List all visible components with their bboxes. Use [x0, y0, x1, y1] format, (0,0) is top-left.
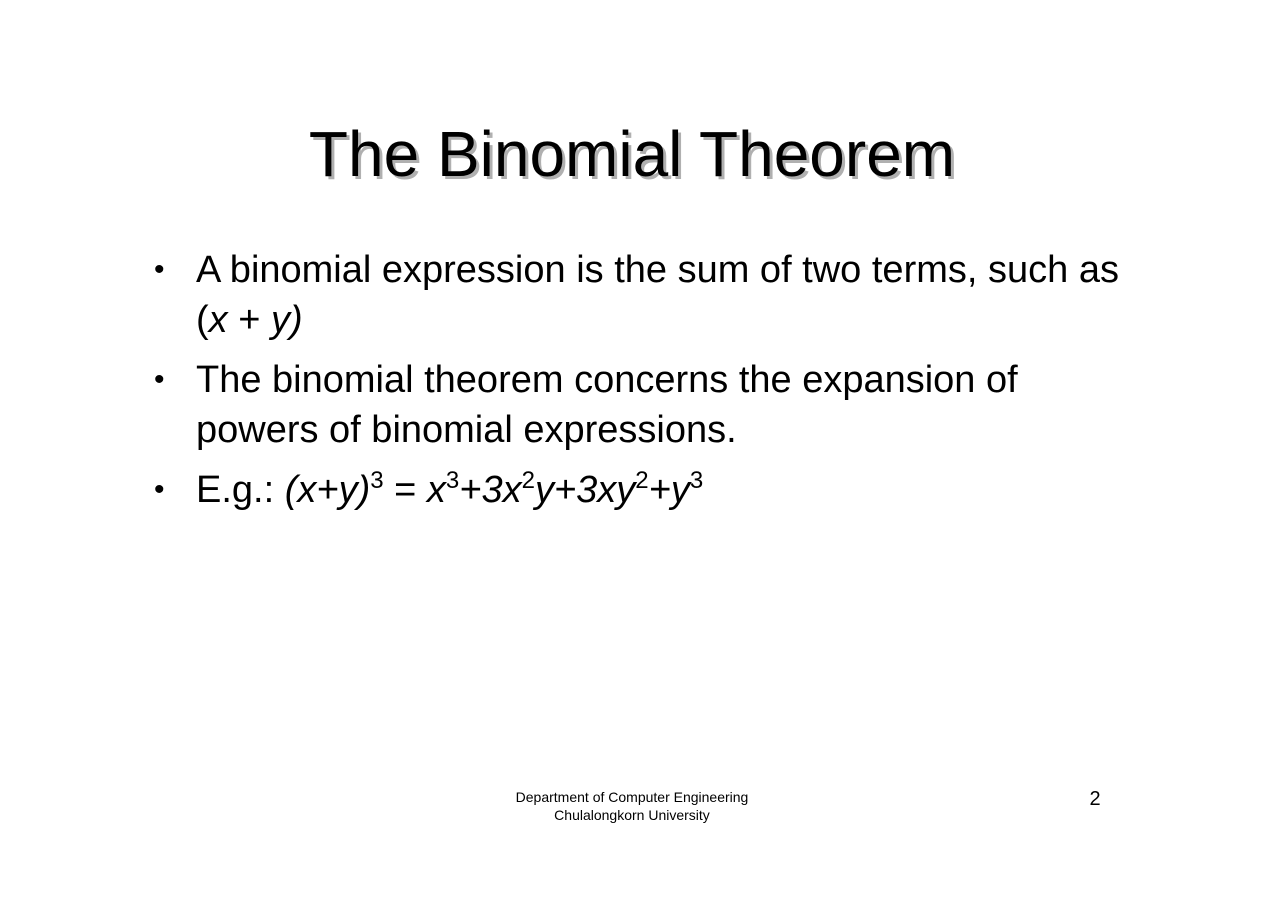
- bullet-item: • The binomial theorem concerns the expa…: [150, 355, 1130, 455]
- bullet-list: • A binomial expression is the sum of tw…: [150, 245, 1130, 525]
- slide: The Binomial Theorem • A binomial expres…: [0, 0, 1264, 899]
- bullet-item: • E.g.: (x+y)3 = x3+3x2y+3xy2+y3: [150, 465, 1130, 515]
- bullet-text: The binomial theorem concerns the expans…: [196, 359, 1018, 451]
- bullet-icon: •: [154, 253, 165, 286]
- footer: Department of Computer Engineering Chula…: [432, 788, 832, 824]
- footer-department: Department of Computer Engineering: [515, 789, 749, 805]
- page-number: 2: [1089, 788, 1101, 810]
- bullet-icon: •: [154, 473, 165, 506]
- footer-university: Chulalongkorn University: [554, 807, 710, 823]
- slide-title: The Binomial Theorem: [308, 118, 956, 190]
- bullet-item: • A binomial expression is the sum of tw…: [150, 245, 1130, 345]
- bullet-icon: •: [154, 363, 165, 396]
- bullet-text-formula: E.g.: (x+y)3 = x3+3x2y+3xy2+y3: [196, 467, 704, 512]
- bullet-text: A binomial expression is the sum of two …: [196, 249, 1119, 341]
